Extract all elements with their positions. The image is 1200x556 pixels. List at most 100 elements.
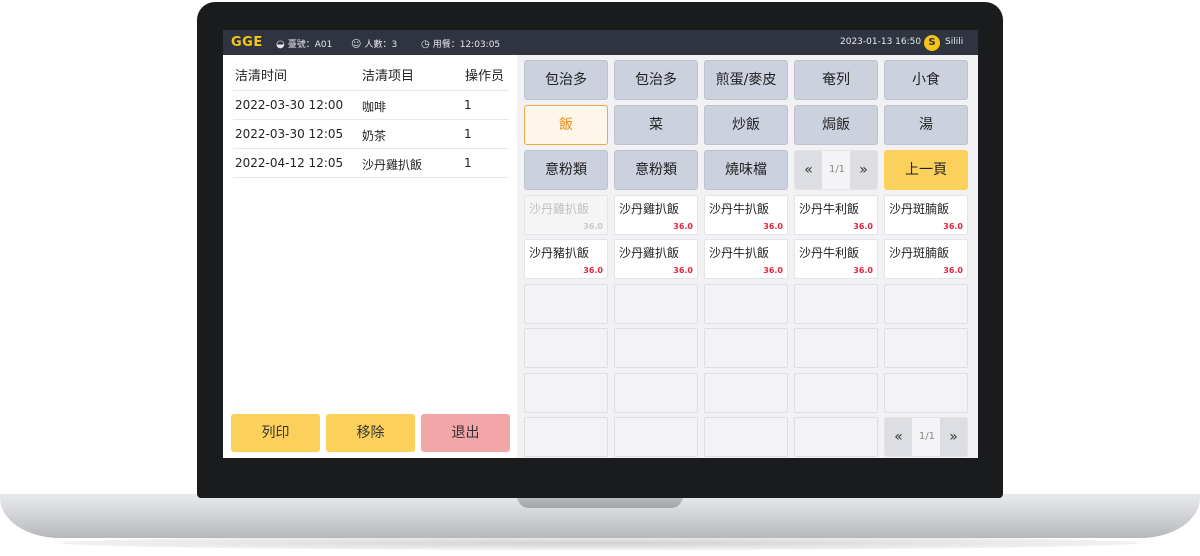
empty-slot <box>614 284 698 324</box>
empty-slot <box>794 284 878 324</box>
item-price: 36.0 <box>853 222 873 231</box>
empty-slot <box>614 417 698 457</box>
item-name: 沙丹牛扒飯 <box>709 246 770 260</box>
category-button[interactable]: 意粉類 <box>524 150 608 190</box>
empty-slot <box>884 373 968 413</box>
category-button[interactable]: 煎蛋/麥皮 <box>704 60 788 100</box>
menu-item[interactable]: 沙丹牛利飯 36.0 <box>794 239 878 279</box>
category-next-page-button[interactable]: » <box>850 151 877 189</box>
empty-slot <box>884 284 968 324</box>
empty-slot <box>794 417 878 457</box>
user-name[interactable]: Silili <box>945 37 963 47</box>
table-row[interactable]: 2022-03-30 12:05 奶茶 1 <box>233 120 509 149</box>
item-price: 36.0 <box>943 222 963 231</box>
empty-slot <box>704 328 788 368</box>
top-bar: GGE ◒ 臺號：A01 ☺ 人數：3 ◷ 用餐：12:03:05 2023-01-1… <box>223 30 978 55</box>
empty-slot <box>704 373 788 413</box>
category-button[interactable]: 湯 <box>884 105 968 145</box>
column-header-time: 洁清时间 <box>235 69 288 84</box>
empty-slot <box>704 284 788 324</box>
empty-slot <box>524 328 608 368</box>
empty-slot <box>524 373 608 413</box>
item-next-page-button[interactable]: » <box>940 418 967 456</box>
back-button[interactable]: 上一頁 <box>884 150 968 190</box>
column-header-operator: 操作员 <box>465 69 505 84</box>
row-operator: 1 <box>464 127 472 141</box>
table-row[interactable]: 2022-03-30 12:00 咖啡 1 <box>233 91 509 120</box>
row-item: 奶茶 <box>362 129 387 143</box>
menu-item[interactable]: 沙丹豬扒飯 36.0 <box>524 239 608 279</box>
item-name: 沙丹牛利飯 <box>799 246 860 260</box>
menu-item[interactable]: 沙丹斑腩飯 36.0 <box>884 239 968 279</box>
clock-icon: ◷ <box>421 39 430 50</box>
menu-item[interactable]: 沙丹雞扒飯 36.0 <box>614 195 698 235</box>
row-time: 2022-03-30 12:05 <box>235 127 344 141</box>
item-prev-page-button[interactable]: « <box>885 418 912 456</box>
category-button[interactable]: 炒飯 <box>704 105 788 145</box>
row-item: 咖啡 <box>362 100 387 114</box>
avatar[interactable]: S <box>924 35 940 51</box>
column-header-item: 洁清项目 <box>362 69 415 84</box>
category-button[interactable]: 意粉類 <box>614 150 698 190</box>
laptop-shadow <box>60 536 1140 550</box>
category-button[interactable]: 焗飯 <box>794 105 878 145</box>
remove-button[interactable]: 移除 <box>326 414 415 452</box>
item-name: 沙丹牛扒飯 <box>709 202 770 216</box>
bowl-icon: ◒ <box>276 39 285 50</box>
category-button[interactable]: 包治多 <box>524 60 608 100</box>
menu-item[interactable]: 沙丹雞扒飯 36.0 <box>614 239 698 279</box>
empty-slot <box>614 373 698 413</box>
empty-slot <box>614 328 698 368</box>
empty-slot <box>884 328 968 368</box>
menu-item[interactable]: 沙丹牛扒飯 36.0 <box>704 239 788 279</box>
item-price: 36.0 <box>583 222 603 231</box>
exit-button[interactable]: 退出 <box>421 414 510 452</box>
menu-item-disabled: 沙丹雞扒飯 36.0 <box>524 195 608 235</box>
category-button[interactable]: 燒味檔 <box>704 150 788 190</box>
brand-logo: GGE <box>231 35 263 50</box>
pos-screen: GGE ◒ 臺號：A01 ☺ 人數：3 ◷ 用餐：12:03:05 2023-01-1… <box>223 30 978 458</box>
category-prev-page-button[interactable]: « <box>795 151 822 189</box>
print-button[interactable]: 列印 <box>231 414 320 452</box>
menu-item[interactable]: 沙丹牛利飯 36.0 <box>794 195 878 235</box>
row-item: 沙丹雞扒飯 <box>362 158 423 172</box>
item-price: 36.0 <box>583 266 603 275</box>
empty-slot <box>524 284 608 324</box>
row-operator: 1 <box>464 98 472 112</box>
item-price: 36.0 <box>943 266 963 275</box>
category-button[interactable]: 菜 <box>614 105 698 145</box>
item-name: 沙丹斑腩飯 <box>889 202 950 216</box>
item-pager: « 1/1 » <box>884 417 968 457</box>
empty-slot <box>704 417 788 457</box>
cleaning-log-panel: 洁清时间 洁清项目 操作员 2022-03-30 12:00 咖啡 1 2022… <box>223 55 516 458</box>
current-datetime: 2023-01-13 16:50 <box>840 37 922 47</box>
item-price: 36.0 <box>763 222 783 231</box>
item-name: 沙丹雞扒飯 <box>619 246 680 260</box>
menu-item[interactable]: 沙丹牛扒飯 36.0 <box>704 195 788 235</box>
item-page-indicator: 1/1 <box>918 431 936 442</box>
item-name: 沙丹豬扒飯 <box>529 246 590 260</box>
dining-time-text: 用餐：12:03:05 <box>432 40 501 50</box>
item-price: 36.0 <box>853 266 873 275</box>
people-icon: ☺ <box>351 39 362 50</box>
row-time: 2022-04-12 12:05 <box>235 156 344 170</box>
people-count-text: 人數：3 <box>364 40 398 50</box>
item-name: 沙丹雞扒飯 <box>619 202 680 216</box>
category-page-indicator: 1/1 <box>828 164 846 175</box>
row-operator: 1 <box>464 156 472 170</box>
empty-slot <box>794 373 878 413</box>
table-row[interactable]: 2022-04-12 12:05 沙丹雞扒飯 1 <box>233 149 509 178</box>
item-price: 36.0 <box>673 222 693 231</box>
category-button[interactable]: 奄列 <box>794 60 878 100</box>
table-number-text: 臺號：A01 <box>287 40 333 50</box>
category-button[interactable]: 小食 <box>884 60 968 100</box>
menu-item[interactable]: 沙丹斑腩飯 36.0 <box>884 195 968 235</box>
category-pager: « 1/1 » <box>794 150 878 190</box>
item-name: 沙丹斑腩飯 <box>889 246 950 260</box>
category-button-active[interactable]: 飯 <box>524 105 608 145</box>
item-name: 沙丹雞扒飯 <box>529 202 590 216</box>
category-button[interactable]: 包治多 <box>614 60 698 100</box>
item-price: 36.0 <box>763 266 783 275</box>
item-price: 36.0 <box>673 266 693 275</box>
table-number: ◒ 臺號：A01 <box>276 37 332 50</box>
